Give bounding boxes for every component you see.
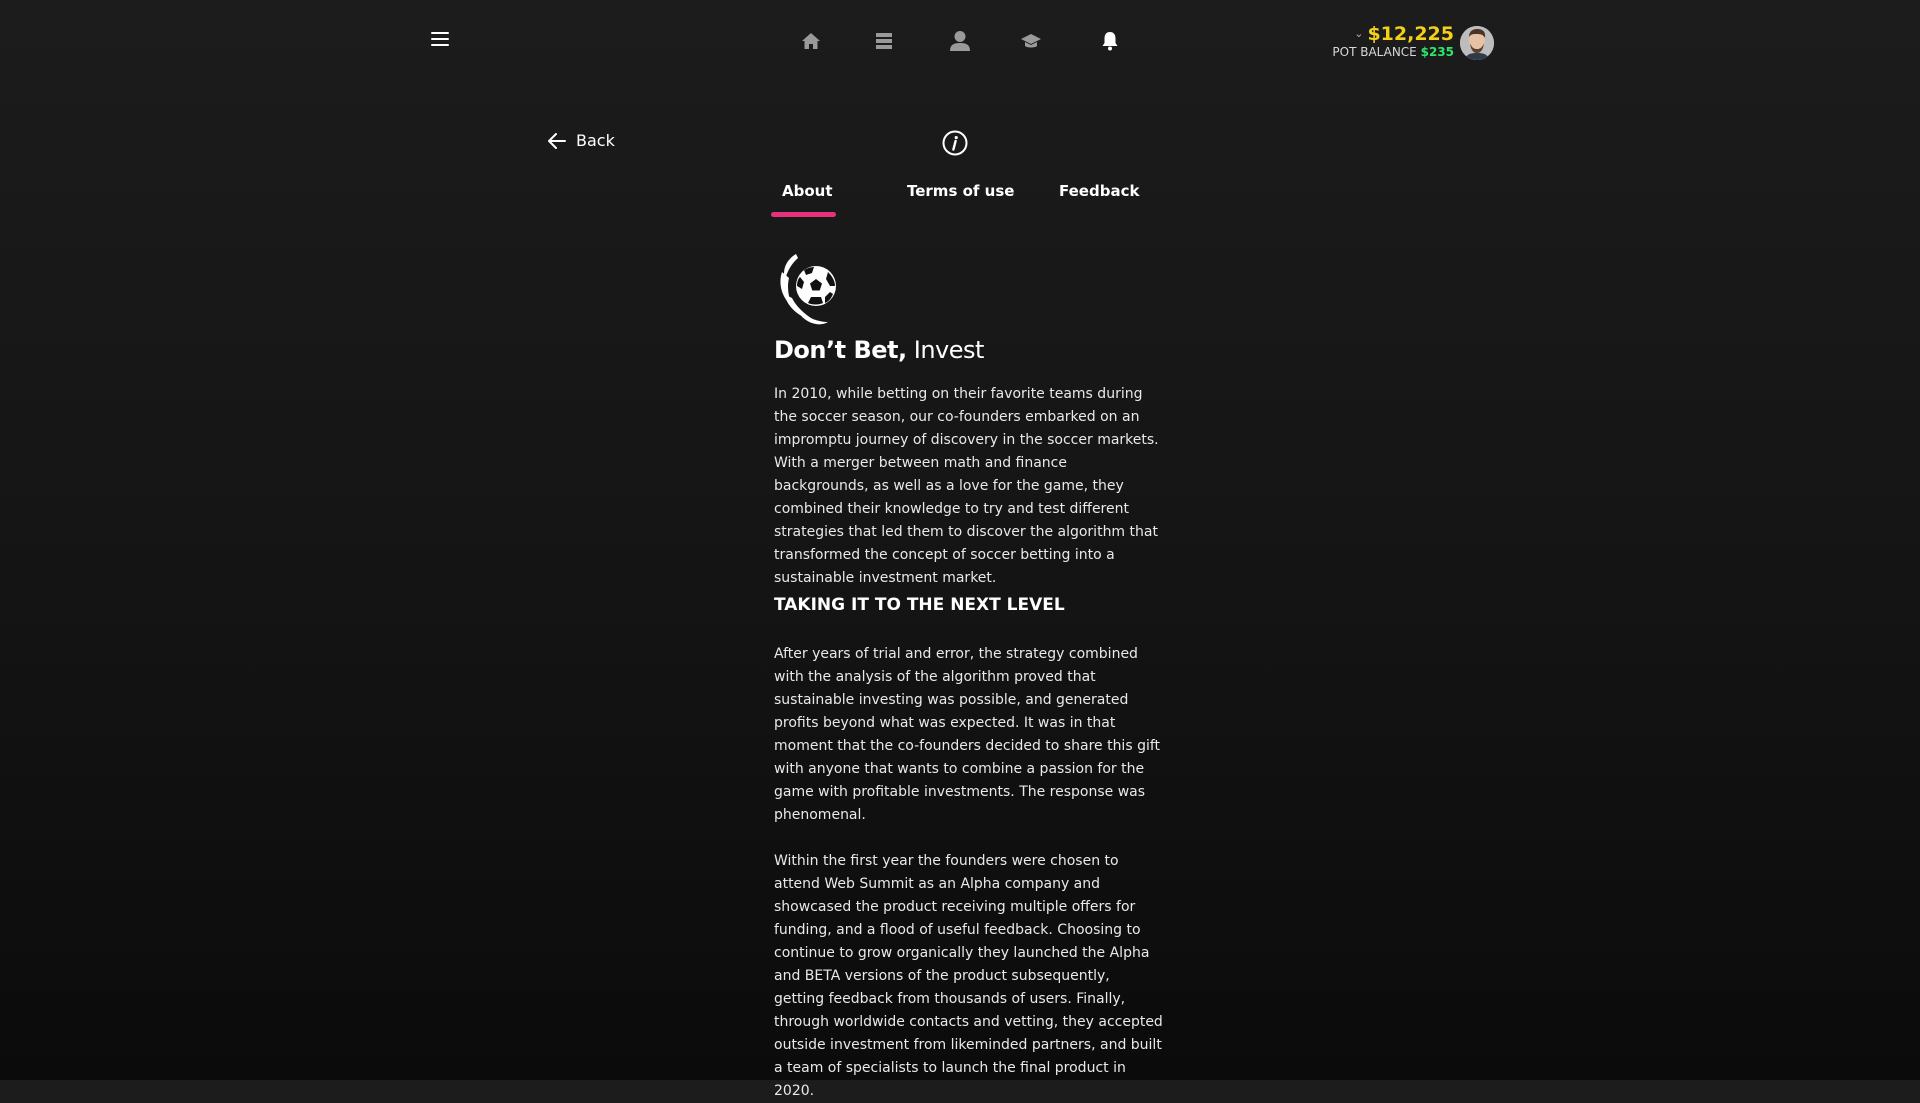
home-icon[interactable]: [798, 28, 824, 54]
arrow-left-icon: [548, 132, 566, 149]
top-navigation: [0, 28, 1920, 56]
avatar[interactable]: [1460, 26, 1494, 60]
user-icon[interactable]: [947, 28, 973, 54]
tab-terms-of-use[interactable]: Terms of use: [907, 182, 1014, 200]
back-label: Back: [576, 131, 615, 150]
about-content: In 2010, while betting on their favorite…: [774, 383, 1164, 1103]
about-paragraph: After years of trial and error, the stra…: [774, 646, 1161, 823]
about-paragraph: In 2010, while betting on their favorite…: [774, 386, 1159, 586]
pot-balance-value: $235: [1420, 45, 1454, 59]
brand-tagline-light: Invest: [913, 336, 985, 364]
section-heading: TAKING IT TO THE NEXT LEVEL: [774, 595, 1065, 615]
pot-balance: POT BALANCE $235: [1332, 45, 1454, 59]
soccer-ball-logo-icon: [776, 252, 846, 327]
about-paragraph: Within the first year the founders were …: [774, 853, 1163, 1099]
tab-feedback[interactable]: Feedback: [1059, 182, 1139, 200]
pot-balance-label: POT BALANCE: [1332, 45, 1417, 59]
bell-icon[interactable]: [1097, 28, 1123, 54]
back-button[interactable]: Back: [548, 131, 615, 150]
brand-tagline: Don’t Bet, Invest: [774, 336, 984, 364]
active-tab-indicator: [771, 212, 836, 217]
info-icon[interactable]: [942, 130, 968, 156]
graduation-cap-icon[interactable]: [1018, 28, 1044, 54]
brand-tagline-bold: Don’t Bet,: [774, 336, 907, 364]
balance-display[interactable]: ⌄ $12,225 POT BALANCE $235: [1332, 22, 1454, 59]
chevron-down-icon[interactable]: ⌄: [1354, 27, 1363, 40]
list-icon[interactable]: [871, 28, 897, 54]
tab-about[interactable]: About: [782, 182, 833, 200]
balance-amount: $12,225: [1367, 23, 1454, 45]
